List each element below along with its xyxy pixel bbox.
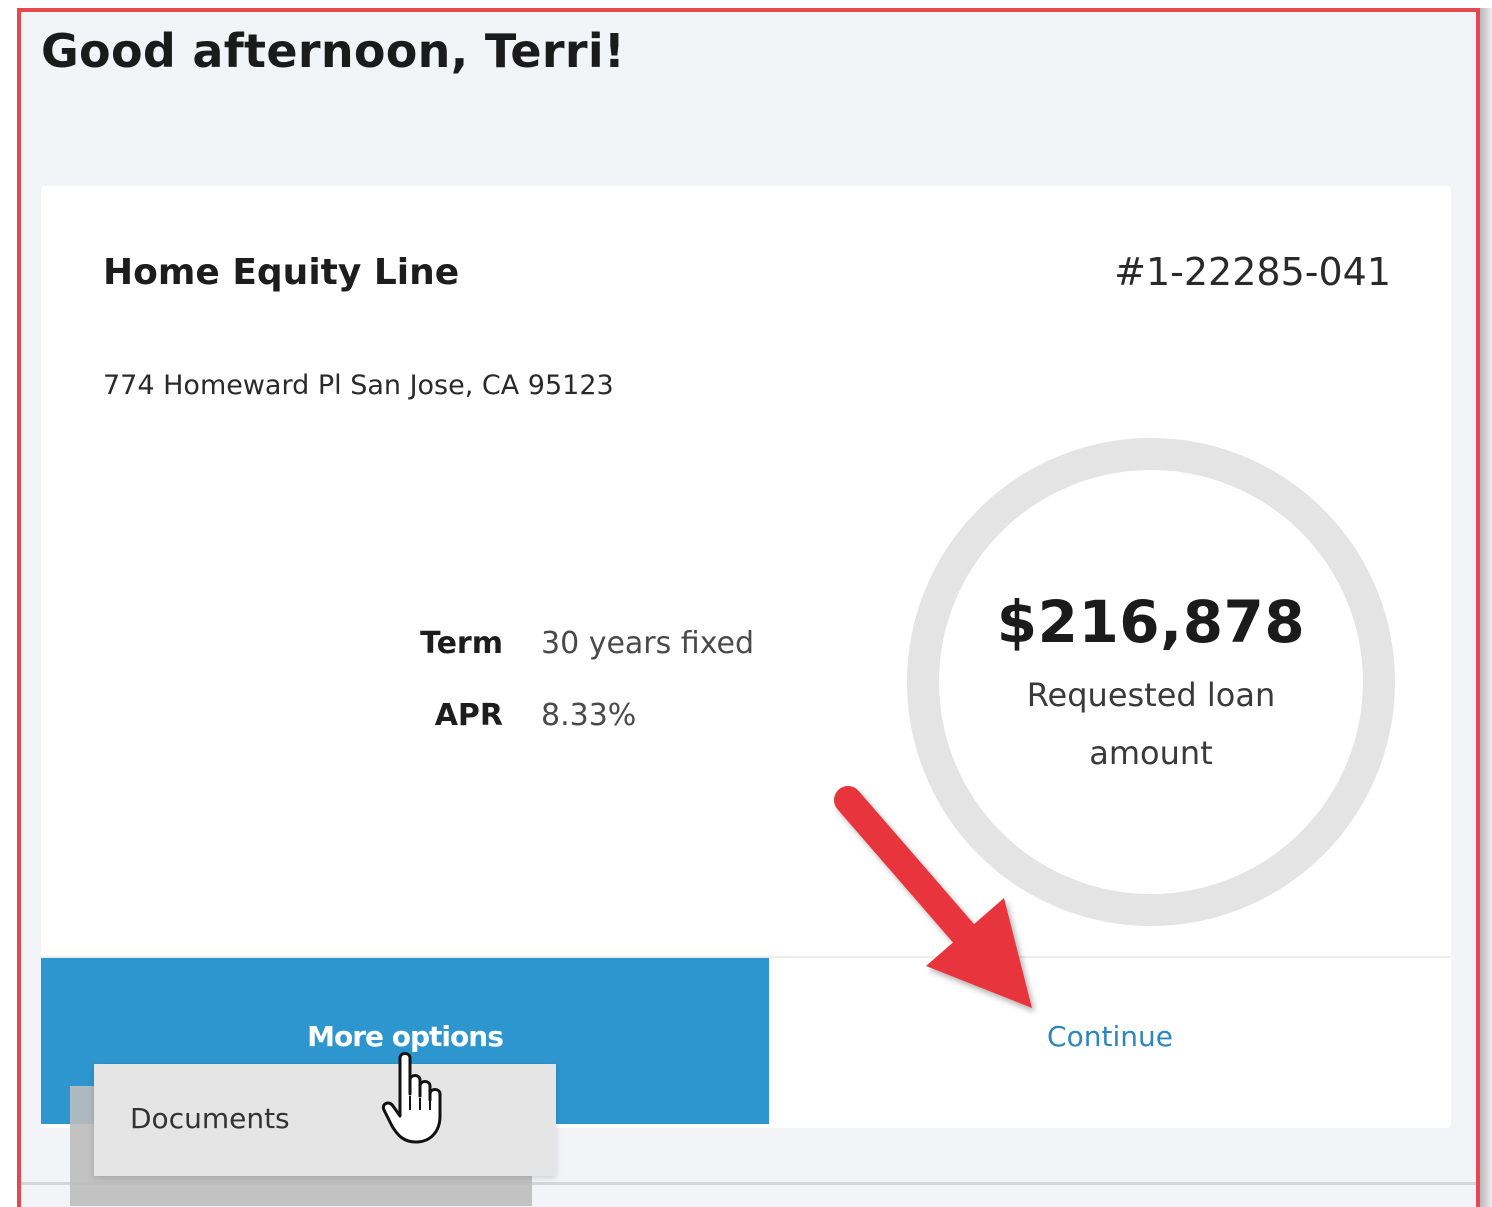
loan-card: Home Equity Line #1-22285-041 774 Homewa… (41, 186, 1451, 1128)
property-address: 774 Homeward Pl San Jose, CA 95123 (103, 370, 614, 401)
greeting-heading: Good afternoon, Terri! (41, 24, 626, 78)
detail-row-term: Term 30 years fixed (371, 626, 831, 698)
apr-label: APR (434, 698, 503, 733)
term-value: 30 years fixed (541, 626, 755, 661)
requested-loan-amount: $216,878 (996, 588, 1306, 656)
red-arrow-icon (834, 786, 1032, 1008)
loan-number: #1-22285-041 (1114, 250, 1391, 294)
loan-amount-block: $216,878 Requested loan amount (907, 588, 1395, 782)
dropdown-item-documents[interactable]: Documents (130, 1102, 290, 1135)
loan-type-title: Home Equity Line (103, 252, 460, 293)
term-label: Term (420, 626, 503, 661)
page-frame: Good afternoon, Terri! Home Equity Line … (17, 8, 1480, 1207)
detail-row-apr: APR 8.33% (371, 698, 831, 770)
requested-loan-amount-caption: Requested loan amount (1026, 676, 1276, 772)
hand-pointer-icon (381, 1052, 442, 1144)
loan-details: Term 30 years fixed APR 8.33% (371, 626, 831, 770)
more-options-label: More options (307, 1020, 504, 1053)
frame-shadow (1480, 8, 1492, 1207)
apr-value: 8.33% (541, 698, 637, 733)
more-options-dropdown: Documents (94, 1064, 556, 1176)
